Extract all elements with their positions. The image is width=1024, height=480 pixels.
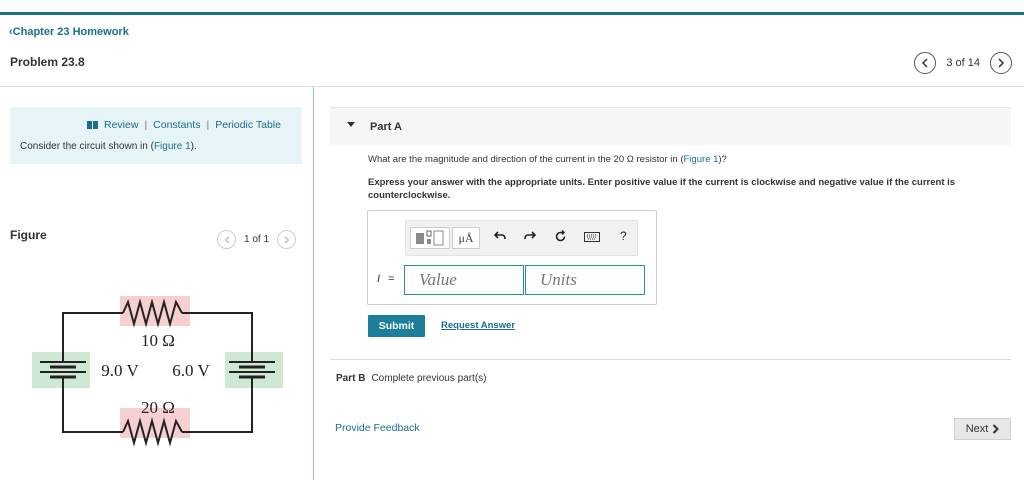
math-toolbar: μÅ ? bbox=[405, 220, 638, 256]
part-b-title: Part B bbox=[336, 373, 366, 384]
constants-link[interactable]: Constants bbox=[153, 119, 200, 131]
chevron-left-icon bbox=[922, 58, 928, 68]
answer-instructions: Express your answer with the appropriate… bbox=[368, 177, 956, 201]
chevron-right-icon bbox=[993, 424, 1000, 434]
help-button[interactable]: ? bbox=[620, 229, 627, 243]
units-button[interactable]: μÅ bbox=[452, 227, 480, 249]
part-a-title: Part A bbox=[370, 121, 402, 133]
value-input[interactable] bbox=[404, 265, 524, 295]
statement-suffix: ). bbox=[190, 141, 197, 152]
reset-icon[interactable] bbox=[554, 230, 567, 243]
redo-icon[interactable] bbox=[524, 230, 536, 242]
book-icon bbox=[87, 121, 98, 129]
separator: | bbox=[206, 119, 210, 131]
previous-figure-button[interactable] bbox=[217, 230, 236, 249]
column-divider bbox=[313, 87, 314, 480]
problem-pager: 3 of 14 bbox=[914, 52, 1012, 74]
review-link[interactable]: Review bbox=[104, 119, 138, 131]
templates-button[interactable] bbox=[410, 227, 450, 249]
request-answer-link[interactable]: Request Answer bbox=[441, 320, 515, 331]
resources-panel bbox=[10, 107, 302, 164]
equals-sign: = bbox=[388, 273, 395, 285]
figure-link[interactable]: Figure 1 bbox=[154, 141, 191, 152]
answer-variable: I bbox=[377, 273, 381, 285]
periodic-table-link[interactable]: Periodic Table bbox=[215, 119, 281, 131]
next-problem-button[interactable] bbox=[990, 52, 1012, 74]
back-link-label: Chapter 23 Homework bbox=[12, 26, 129, 38]
statement-text: Consider the circuit shown in ( bbox=[20, 141, 154, 152]
chevron-left-icon bbox=[224, 236, 229, 243]
problem-statement: Consider the circuit shown in (Figure 1)… bbox=[20, 141, 197, 152]
header-divider bbox=[0, 86, 1024, 87]
top-accent-bar bbox=[0, 12, 1024, 15]
templates-icon bbox=[416, 230, 444, 246]
keyboard-icon[interactable] bbox=[584, 232, 600, 242]
question-suffix: )? bbox=[718, 154, 727, 165]
right-voltage-label: 6.0 V bbox=[172, 361, 210, 380]
question-text: What are the magnitude and direction of … bbox=[368, 154, 684, 165]
answer-panel: μÅ ? I = bbox=[367, 210, 657, 305]
submit-button[interactable]: Submit bbox=[368, 315, 425, 337]
figure-pager: 1 of 1 bbox=[217, 230, 297, 249]
problem-position: 3 of 14 bbox=[946, 57, 980, 69]
provide-feedback-link[interactable]: Provide Feedback bbox=[335, 422, 420, 434]
question-figure-link[interactable]: Figure 1 bbox=[684, 154, 719, 165]
next-figure-button[interactable] bbox=[277, 230, 297, 249]
undo-icon[interactable] bbox=[494, 230, 506, 242]
figure-heading: Figure bbox=[10, 228, 47, 242]
previous-problem-button[interactable] bbox=[914, 52, 937, 74]
resources-links: Review | Constants | Periodic Table bbox=[87, 119, 281, 131]
next-button-label: Next bbox=[965, 423, 989, 435]
top-resistor-label: 10 Ω bbox=[141, 331, 175, 350]
chevron-right-icon bbox=[998, 58, 1005, 68]
part-a-header[interactable] bbox=[330, 107, 1011, 145]
part-b-row: Part B Complete previous part(s) bbox=[336, 373, 487, 384]
chevron-right-icon bbox=[284, 236, 289, 243]
problem-title: Problem 23.8 bbox=[10, 55, 85, 69]
part-b-status: Complete previous part(s) bbox=[371, 373, 487, 384]
units-input[interactable] bbox=[525, 265, 645, 295]
right-battery-highlight bbox=[225, 352, 283, 388]
back-to-chapter-link[interactable]: ‹Chapter 23 Homework bbox=[9, 26, 129, 38]
part-divider bbox=[330, 359, 1011, 360]
circuit-figure[interactable]: 10 Ω 20 Ω 9.0 V 6.0 V bbox=[28, 290, 288, 450]
part-a-question: What are the magnitude and direction of … bbox=[368, 154, 727, 165]
left-voltage-label: 9.0 V bbox=[101, 361, 139, 380]
bottom-resistor-label: 20 Ω bbox=[141, 398, 175, 417]
left-battery-highlight bbox=[32, 352, 90, 388]
figure-position: 1 of 1 bbox=[244, 234, 270, 245]
next-button[interactable]: Next bbox=[954, 418, 1011, 440]
collapse-caret-icon[interactable] bbox=[347, 122, 355, 127]
separator: | bbox=[144, 119, 148, 131]
